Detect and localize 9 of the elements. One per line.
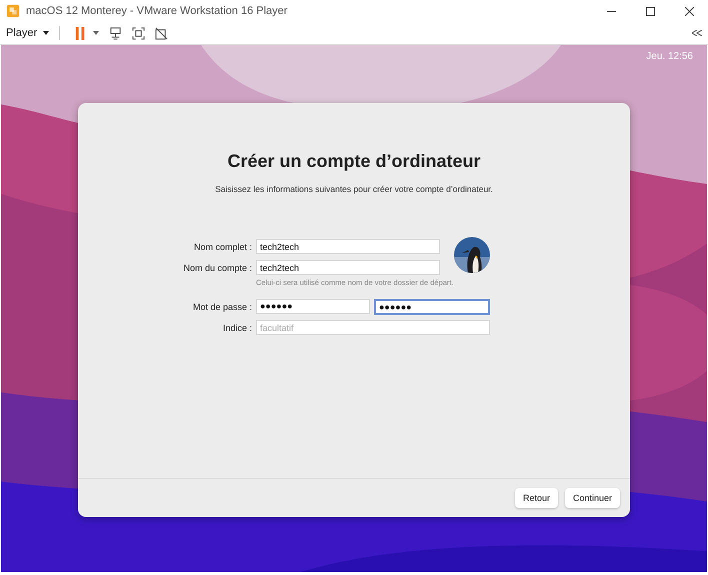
collapse-icon[interactable] [692, 30, 702, 36]
app-icon [6, 4, 20, 18]
maximize-icon[interactable] [646, 6, 655, 16]
player-menu[interactable]: Player [6, 27, 38, 39]
fullscreen-icon[interactable] [132, 26, 146, 40]
window-title: macOS 12 Monterey - VMware Workstation 16 Player [26, 5, 288, 17]
close-icon[interactable] [685, 6, 694, 16]
caret-icon[interactable] [43, 31, 50, 35]
network-icon[interactable] [109, 26, 122, 40]
